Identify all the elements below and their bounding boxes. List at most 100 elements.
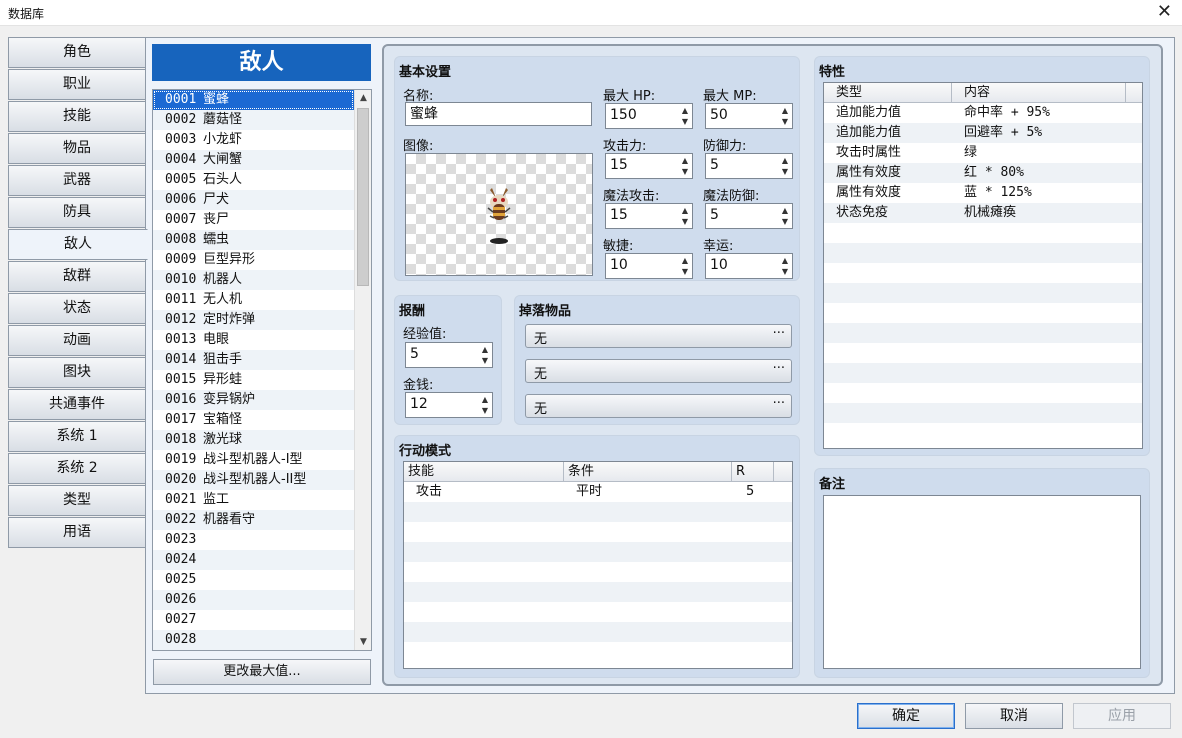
list-item[interactable]: 0010 机器人 (153, 270, 354, 290)
trait-row[interactable] (824, 363, 1142, 383)
trait-row[interactable]: 追加能力值 命中率 + 95% (824, 103, 1142, 123)
stat-stepper[interactable]: 15 ▲ ▼ (605, 153, 693, 179)
apply-button[interactable]: 应用 (1073, 703, 1171, 729)
list-item[interactable]: 0028 (153, 630, 354, 650)
spin-arrows-icon[interactable]: ▲ ▼ (480, 344, 490, 366)
list-item[interactable]: 0014 狙击手 (153, 350, 354, 370)
list-item[interactable]: 0005 石头人 (153, 170, 354, 190)
trait-row[interactable]: 属性有效度 蓝 * 125% (824, 183, 1142, 203)
list-item[interactable]: 0025 (153, 570, 354, 590)
list-item[interactable]: 0022 机器看守 (153, 510, 354, 530)
action-pattern-grid[interactable]: 技能 条件 R 攻击 平时 5 (403, 461, 793, 669)
nav-item[interactable]: 用语 (8, 517, 146, 548)
nav-item[interactable]: 物品 (8, 133, 146, 164)
gold-stepper[interactable]: 12 ▲ ▼ (405, 392, 493, 418)
action-row[interactable] (404, 582, 792, 602)
scroll-thumb[interactable] (357, 108, 369, 286)
stat-stepper[interactable]: 150 ▲ ▼ (605, 103, 693, 129)
list-item[interactable]: 0012 定时炸弹 (153, 310, 354, 330)
trait-row[interactable] (824, 323, 1142, 343)
trait-row[interactable] (824, 383, 1142, 403)
stat-stepper[interactable]: 10 ▲ ▼ (605, 253, 693, 279)
list-item[interactable]: 0001 蜜蜂 (153, 90, 354, 110)
list-item[interactable]: 0008 蠕虫 (153, 230, 354, 250)
list-item[interactable]: 0020 战斗型机器人-II型 (153, 470, 354, 490)
nav-item[interactable]: 共通事件 (8, 389, 146, 420)
nav-item[interactable]: 图块 (8, 357, 146, 388)
close-icon[interactable]: ✕ (1157, 2, 1172, 22)
spin-arrows-icon[interactable]: ▲ ▼ (680, 105, 690, 127)
trait-row[interactable]: 追加能力值 回避率 + 5% (824, 123, 1142, 143)
action-row[interactable] (404, 642, 792, 662)
drop-item-button[interactable]: 无 ··· (525, 394, 792, 418)
name-input[interactable]: 蜜蜂 (405, 102, 592, 126)
spin-arrows-icon[interactable]: ▲ ▼ (780, 205, 790, 227)
list-item[interactable]: 0006 尸犬 (153, 190, 354, 210)
trait-row[interactable] (824, 423, 1142, 443)
notes-textarea[interactable] (823, 495, 1141, 669)
drop-item-button[interactable]: 无 ··· (525, 324, 792, 348)
list-item[interactable]: 0026 (153, 590, 354, 610)
list-item[interactable]: 0009 巨型异形 (153, 250, 354, 270)
nav-item[interactable]: 武器 (8, 165, 146, 196)
action-row[interactable] (404, 542, 792, 562)
list-item[interactable]: 0013 电眼 (153, 330, 354, 350)
scroll-down-icon[interactable]: ▼ (355, 634, 371, 650)
trait-row[interactable] (824, 303, 1142, 323)
enemy-image-preview[interactable] (405, 153, 593, 276)
list-item[interactable]: 0015 异形蛙 (153, 370, 354, 390)
trait-row[interactable] (824, 343, 1142, 363)
list-item[interactable]: 0021 监工 (153, 490, 354, 510)
list-item[interactable]: 0007 丧尸 (153, 210, 354, 230)
stat-stepper[interactable]: 15 ▲ ▼ (605, 203, 693, 229)
nav-item[interactable]: 职业 (8, 69, 146, 100)
spin-arrows-icon[interactable]: ▲ ▼ (480, 394, 490, 416)
drop-item-button[interactable]: 无 ··· (525, 359, 792, 383)
cancel-button[interactable]: 取消 (965, 703, 1063, 729)
spin-arrows-icon[interactable]: ▲ ▼ (780, 255, 790, 277)
list-item[interactable]: 0024 (153, 550, 354, 570)
list-item[interactable]: 0003 小龙虾 (153, 130, 354, 150)
trait-row[interactable]: 攻击时属性 绿 (824, 143, 1142, 163)
spin-arrows-icon[interactable]: ▲ ▼ (780, 155, 790, 177)
nav-item[interactable]: 系统 2 (8, 453, 146, 484)
trait-row[interactable] (824, 283, 1142, 303)
list-item[interactable]: 0018 激光球 (153, 430, 354, 450)
spin-arrows-icon[interactable]: ▲ ▼ (680, 255, 690, 277)
stat-stepper[interactable]: 5 ▲ ▼ (705, 153, 793, 179)
nav-item[interactable]: 状态 (8, 293, 146, 324)
list-item[interactable]: 0016 变异锅炉 (153, 390, 354, 410)
nav-item[interactable]: 敌群 (8, 261, 146, 292)
stat-stepper[interactable]: 50 ▲ ▼ (705, 103, 793, 129)
trait-row[interactable]: 属性有效度 红 * 80% (824, 163, 1142, 183)
list-item[interactable]: 0019 战斗型机器人-I型 (153, 450, 354, 470)
spin-arrows-icon[interactable]: ▲ ▼ (680, 155, 690, 177)
list-item[interactable]: 0002 蘑菇怪 (153, 110, 354, 130)
trait-row[interactable] (824, 223, 1142, 243)
stat-stepper[interactable]: 5 ▲ ▼ (705, 203, 793, 229)
action-row[interactable] (404, 522, 792, 542)
action-row[interactable] (404, 602, 792, 622)
nav-item[interactable]: 敌人 (8, 229, 148, 260)
trait-row[interactable]: 状态免疫 机械瘫痪 (824, 203, 1142, 223)
nav-item[interactable]: 系统 1 (8, 421, 146, 452)
list-item[interactable]: 0023 (153, 530, 354, 550)
action-row[interactable]: 攻击 平时 5 (404, 482, 792, 502)
list-item[interactable]: 0017 宝箱怪 (153, 410, 354, 430)
nav-item[interactable]: 角色 (8, 37, 146, 68)
spin-arrows-icon[interactable]: ▲ ▼ (780, 105, 790, 127)
list-item[interactable]: 0011 无人机 (153, 290, 354, 310)
nav-item[interactable]: 防具 (8, 197, 146, 228)
list-item[interactable]: 0004 大闸蟹 (153, 150, 354, 170)
change-max-button[interactable]: 更改最大值... (153, 659, 371, 685)
ok-button[interactable]: 确定 (857, 703, 955, 729)
trait-row[interactable] (824, 263, 1142, 283)
nav-item[interactable]: 技能 (8, 101, 146, 132)
list-scrollbar[interactable]: ▲ ▼ (354, 90, 371, 650)
enemy-list[interactable]: 0001 蜜蜂 0002 蘑菇怪 0003 小龙虾 0004 大闸蟹 0005 石头人 0006 尸犬… (152, 89, 372, 651)
action-row[interactable] (404, 502, 792, 522)
nav-item[interactable]: 动画 (8, 325, 146, 356)
trait-row[interactable] (824, 243, 1142, 263)
trait-row[interactable] (824, 403, 1142, 423)
action-row[interactable] (404, 562, 792, 582)
